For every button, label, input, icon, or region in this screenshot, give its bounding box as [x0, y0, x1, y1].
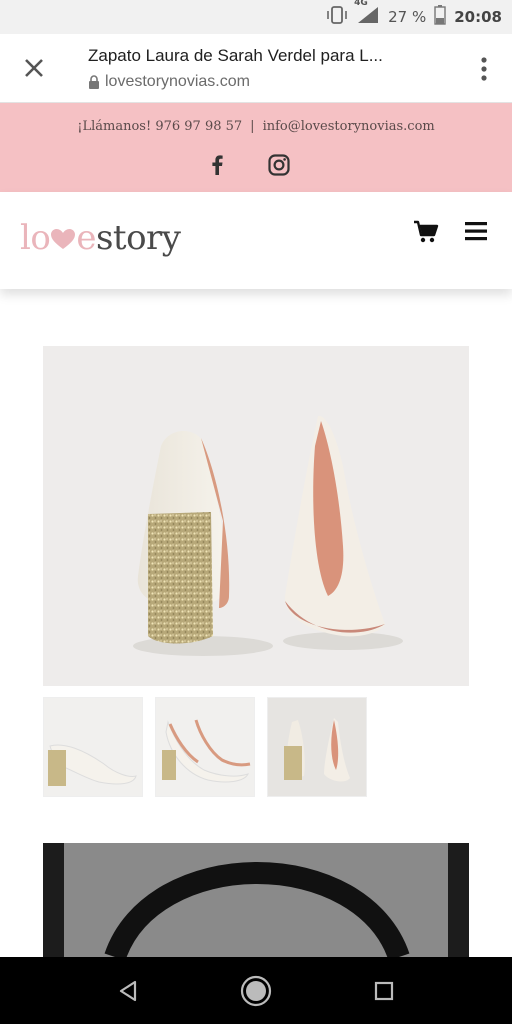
menu-button[interactable] — [464, 220, 488, 242]
clock: 20:08 — [454, 8, 502, 26]
page-url[interactable]: lovestorynovias.com — [88, 73, 250, 91]
recents-square-icon — [374, 981, 394, 1001]
thumbnail-strip — [43, 697, 367, 797]
lock-icon — [89, 74, 99, 89]
signal-icon: 4G — [354, 0, 380, 28]
video-frame-art — [104, 861, 410, 957]
hamburger-icon — [465, 222, 487, 241]
status-bar: 4G 27 % 20:08 — [0, 0, 512, 34]
url-text: lovestorynovias.com — [105, 73, 250, 90]
contact-topbar: ¡Llámanos! 976 97 98 57 | info@lovestoryno… — [0, 103, 512, 192]
heart-icon — [51, 229, 76, 249]
network-type: 4G — [354, 0, 368, 8]
instagram-link[interactable] — [267, 153, 291, 177]
nav-home-button[interactable] — [240, 975, 272, 1007]
thumbnail-2[interactable] — [155, 697, 255, 797]
product-shoes-image — [133, 415, 403, 656]
product-main-image[interactable] — [43, 346, 469, 686]
battery-percent: 27 % — [388, 8, 427, 26]
page-title: Zapato Laura de Sarah Verdel para L... — [88, 46, 383, 65]
thumbnail-1[interactable] — [43, 697, 143, 797]
instagram-icon — [268, 154, 290, 176]
social-links — [205, 153, 291, 177]
nav-back-button[interactable] — [112, 975, 144, 1007]
separator: | — [250, 119, 255, 134]
back-triangle-icon — [119, 980, 137, 1002]
android-nav-bar — [0, 957, 512, 1024]
site-header: lo estory — [0, 192, 512, 289]
battery-icon — [434, 5, 446, 29]
browser-toolbar: Zapato Laura de Sarah Verdel para L... l… — [0, 34, 512, 103]
logo-text-lo: lo — [20, 218, 51, 258]
cart-icon — [414, 220, 439, 243]
facebook-link[interactable] — [205, 153, 229, 177]
email-link[interactable]: info@lovestorynovias.com — [263, 119, 435, 134]
site-logo[interactable]: lo estory — [20, 218, 181, 258]
facebook-icon — [212, 155, 223, 175]
home-circle-icon — [240, 975, 272, 1007]
overflow-menu-button[interactable] — [474, 52, 494, 86]
close-icon — [25, 59, 43, 77]
thumbnail-3-selected[interactable] — [267, 697, 367, 797]
more-vert-icon — [481, 57, 487, 81]
close-tab-button[interactable] — [14, 48, 54, 88]
logo-text-story: story — [95, 218, 181, 258]
logo-text-e: e — [76, 218, 96, 258]
vibrate-icon — [326, 6, 348, 28]
product-video[interactable] — [43, 843, 469, 957]
contact-line: ¡Llámanos! 976 97 98 57 | info@lovestoryno… — [0, 119, 512, 134]
phone-link[interactable]: ¡Llámanos! 976 97 98 57 — [77, 119, 242, 134]
nav-recents-button[interactable] — [368, 975, 400, 1007]
cart-button[interactable] — [412, 218, 440, 246]
